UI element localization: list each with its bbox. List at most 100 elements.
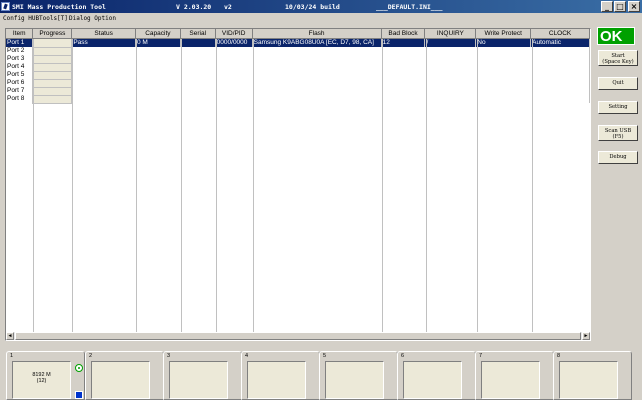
port-capacity-box — [403, 361, 462, 399]
port-capacity-box — [559, 361, 618, 399]
title-bar: SMI Mass Production Tool V 2.03.20 v2 10… — [0, 0, 642, 13]
port-capacity-box — [169, 361, 228, 399]
serial-cell — [180, 38, 216, 47]
close-button[interactable]: × — [628, 1, 640, 12]
minimize-button[interactable]: _ — [601, 1, 613, 12]
column-divider — [532, 39, 533, 332]
port-number: 7 — [479, 353, 483, 359]
debug-button[interactable]: Debug — [598, 151, 638, 164]
port-capacity-box — [325, 361, 384, 399]
port-label: Port 2 — [6, 47, 34, 55]
progress-cell — [32, 95, 73, 104]
scroll-left-button[interactable]: ◄ — [6, 332, 14, 340]
start-button[interactable]: Start (Space Key) — [598, 50, 638, 66]
menu-dialog-option[interactable]: Dialog Option — [69, 15, 116, 22]
port-capacity-box — [91, 361, 150, 399]
port-number: 2 — [89, 353, 93, 359]
port-label: Port 8 — [6, 95, 34, 103]
maximize-button[interactable]: □ — [614, 1, 626, 12]
scroll-right-button[interactable]: ► — [582, 332, 590, 340]
app-icon — [1, 2, 10, 11]
port-panel-7: 7 — [475, 351, 554, 400]
col-header-status[interactable]: Status — [71, 29, 136, 39]
flash-cell: Samsung K9ABG08U0A [EC, D7, 98, CA] — [252, 38, 382, 47]
vidpid-cell: 0000/0000 — [215, 38, 253, 47]
table-row[interactable]: Port 4 — [6, 63, 590, 72]
col-header-capacity[interactable]: Capacity — [135, 29, 181, 39]
column-divider — [216, 39, 217, 332]
horizontal-scrollbar[interactable]: ◄ ► — [6, 332, 590, 340]
port-number: 5 — [323, 353, 327, 359]
port-label: Port 3 — [6, 55, 34, 63]
capacity-cell: 0 M — [135, 38, 181, 47]
port-status-grid[interactable]: Item Progress Status Capacity Serial VID… — [5, 28, 591, 341]
port-number: 8 — [557, 353, 561, 359]
table-row[interactable]: Port 1 Pass 0 M 0000/0000 Samsung K9ABG0… — [6, 38, 590, 48]
app-variant: v2 — [224, 3, 232, 11]
table-header-row: Item Progress Status Capacity Serial VID… — [6, 29, 590, 39]
port-table: Item Progress Status Capacity Serial VID… — [6, 29, 590, 104]
progress-cell — [32, 71, 73, 80]
menu-bar: Config HUB Tools[T] Dialog Option — [0, 13, 642, 25]
app-version: V 2.03.20 — [176, 3, 212, 11]
quit-button[interactable]: Quit — [598, 77, 638, 90]
scroll-thumb[interactable] — [15, 332, 581, 340]
col-header-serial[interactable]: Serial — [180, 29, 216, 39]
menu-tools[interactable]: Tools[T] — [39, 15, 68, 22]
port-label: Port 4 — [6, 63, 34, 71]
column-divider — [181, 39, 182, 332]
scan-usb-button[interactable]: Scan USB (F5) — [598, 125, 638, 141]
col-header-progress[interactable]: Progress — [32, 29, 73, 39]
app-window: SMI Mass Production Tool V 2.03.20 v2 10… — [0, 0, 642, 400]
port-capacity-box: 8192 M (12) — [12, 361, 71, 399]
activity-led-icon — [75, 391, 83, 399]
port-panel-6: 6 — [397, 351, 476, 400]
table-row[interactable]: Port 2 — [6, 47, 590, 56]
port-label: Port 7 — [6, 87, 34, 95]
port-panel-3: 3 — [163, 351, 242, 400]
setting-button[interactable]: Setting — [598, 101, 638, 114]
port-capacity-box — [247, 361, 306, 399]
column-divider — [477, 39, 478, 332]
col-header-flash[interactable]: Flash — [252, 29, 382, 39]
col-header-item[interactable]: Item — [6, 29, 34, 39]
port-panel-5: 5 — [319, 351, 398, 400]
bad-block-cell: 12 — [381, 38, 426, 47]
table-row[interactable]: Port 6 — [6, 79, 590, 88]
progress-cell — [32, 87, 73, 96]
col-header-write-protect[interactable]: Write Protect — [475, 29, 532, 39]
app-title: SMI Mass Production Tool — [12, 3, 106, 11]
port-panel-8: 8 — [553, 351, 632, 400]
port-number: 1 — [10, 353, 14, 359]
port-number: 3 — [167, 353, 171, 359]
start-shortcut-label: (Space Key) — [602, 59, 634, 65]
port-panel-1: 1 8192 M (12) — [6, 351, 85, 400]
col-header-clock[interactable]: CLOCK — [530, 29, 590, 39]
table-row[interactable]: Port 3 — [6, 55, 590, 64]
progress-cell — [32, 38, 73, 48]
table-row[interactable]: Port 7 — [6, 87, 590, 96]
table-row[interactable]: Port 8 — [6, 95, 590, 104]
table-row[interactable]: Port 5 — [6, 71, 590, 80]
ok-status-indicator: OK — [597, 27, 635, 45]
port-capacity-box — [481, 361, 540, 399]
write-protect-cell: No — [475, 38, 532, 47]
progress-cell — [32, 47, 73, 56]
progress-cell — [32, 55, 73, 64]
port-panel-4: 4 — [241, 351, 320, 400]
port-label: Port 6 — [6, 79, 34, 87]
status-led-icon — [75, 364, 83, 372]
column-divider — [33, 39, 34, 332]
port-label: Port 1 — [6, 38, 34, 47]
column-divider — [426, 39, 427, 332]
status-cell: Pass — [71, 38, 136, 47]
col-header-vidpid[interactable]: VID/PID — [215, 29, 253, 39]
inquiry-cell: / — [424, 38, 477, 47]
menu-config-hub[interactable]: Config HUB — [3, 15, 39, 22]
col-header-bad-block[interactable]: Bad Block — [381, 29, 426, 39]
col-header-inquiry[interactable]: INQUIRY — [424, 29, 477, 39]
ini-file-name: ___DEFAULT.INI___ — [376, 3, 443, 11]
scan-usb-shortcut-label: (F5) — [612, 134, 624, 140]
app-build: 10/03/24 build — [285, 3, 340, 11]
port-number: 4 — [245, 353, 249, 359]
